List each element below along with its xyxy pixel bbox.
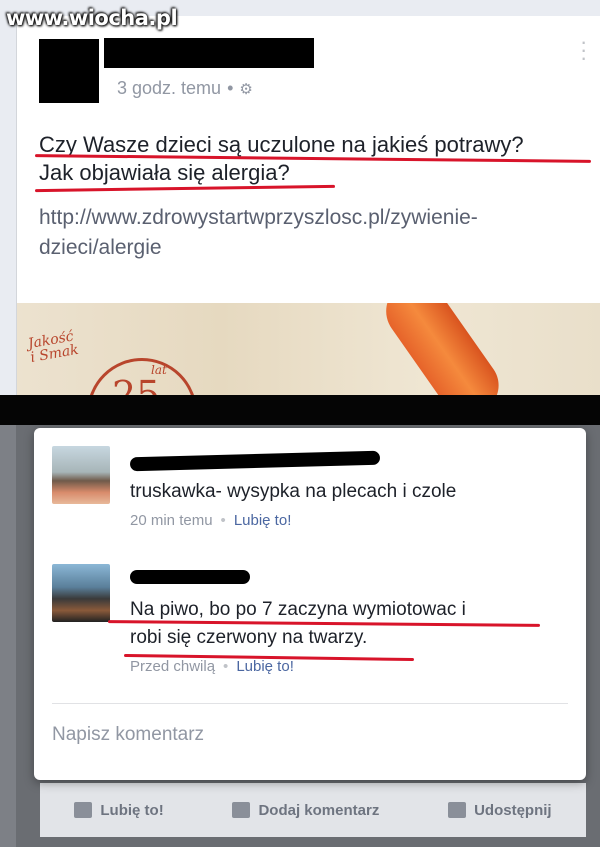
post-panel: 3 godz. temu • ⚙ · · · Czy Wasze dzieci są… — [0, 0, 600, 395]
backdrop-strip — [0, 425, 16, 847]
comment-meta: Przed chwilą • Lubię to! — [130, 658, 294, 675]
share-button[interactable]: Udostępnij — [448, 802, 552, 819]
comment-time[interactable]: Przed chwilą — [130, 658, 215, 675]
anniversary-lat: lat — [151, 363, 167, 377]
comment-like-link[interactable]: Lubię to! — [234, 512, 292, 529]
post-card: 3 godz. temu • ⚙ · · · Czy Wasze dzieci są… — [16, 16, 600, 395]
watermark: www.wiocha.pl — [6, 6, 178, 30]
brand-logo: Jakość i Smak — [26, 328, 80, 366]
redacted-avatar — [39, 39, 99, 103]
post-meta: 3 godz. temu • ⚙ — [117, 78, 253, 99]
screenshot-divider — [0, 395, 600, 425]
share-arrow-icon — [448, 802, 467, 818]
comment-input[interactable]: Napisz komentarz — [52, 724, 552, 746]
redacted-commenter-name — [129, 450, 381, 472]
comment-meta: 20 min temu • Lubię to! — [130, 512, 291, 529]
avatar[interactable] — [52, 446, 110, 504]
comment-like-link[interactable]: Lubię to! — [236, 658, 294, 675]
comment-text-line-1: Na piwo, bo po 7 zaczyna wymiotowac i — [130, 599, 466, 620]
meta-separator: • — [223, 658, 229, 675]
divider — [52, 703, 568, 704]
gear-icon[interactable]: ⚙ — [239, 80, 252, 98]
comment-text: truskawka- wysypka na plecach i czole — [130, 481, 457, 502]
post-link[interactable]: http://www.zdrowystartwprzyszlosc.pl/zyw… — [39, 203, 579, 263]
more-options-icon[interactable]: · · · — [580, 31, 587, 69]
thumbs-up-icon — [74, 802, 93, 818]
post-link-line-1[interactable]: http://www.zdrowystartwprzyszlosc.pl/zyw… — [39, 203, 579, 233]
redacted-author-name — [104, 38, 314, 68]
post-link-line-2[interactable]: dzieci/alergie — [39, 233, 579, 263]
like-button[interactable]: Lubię to! — [74, 802, 164, 819]
link-preview-image[interactable]: Jakość i Smak 25 lat — [17, 303, 600, 395]
comment-text-line-2: robi się czerwony na twarzy. — [130, 627, 368, 648]
post-time[interactable]: 3 godz. temu — [117, 78, 221, 99]
post-text-line-2: Jak objawiała się alergia? — [39, 160, 290, 185]
meta-separator: • — [220, 512, 226, 529]
comments-dialog: truskawka- wysypka na plecach i czole 20… — [34, 428, 586, 780]
post-action-bar: Lubię to! Dodaj komentarz Udostępnij — [40, 783, 586, 837]
comment-icon — [232, 802, 251, 818]
comment-time[interactable]: 20 min temu — [130, 512, 213, 529]
meta-separator: • — [227, 78, 234, 98]
add-comment-button[interactable]: Dodaj komentarz — [232, 802, 379, 819]
carrot-image — [374, 303, 510, 395]
avatar[interactable] — [52, 564, 110, 622]
redacted-commenter-name — [130, 570, 250, 584]
